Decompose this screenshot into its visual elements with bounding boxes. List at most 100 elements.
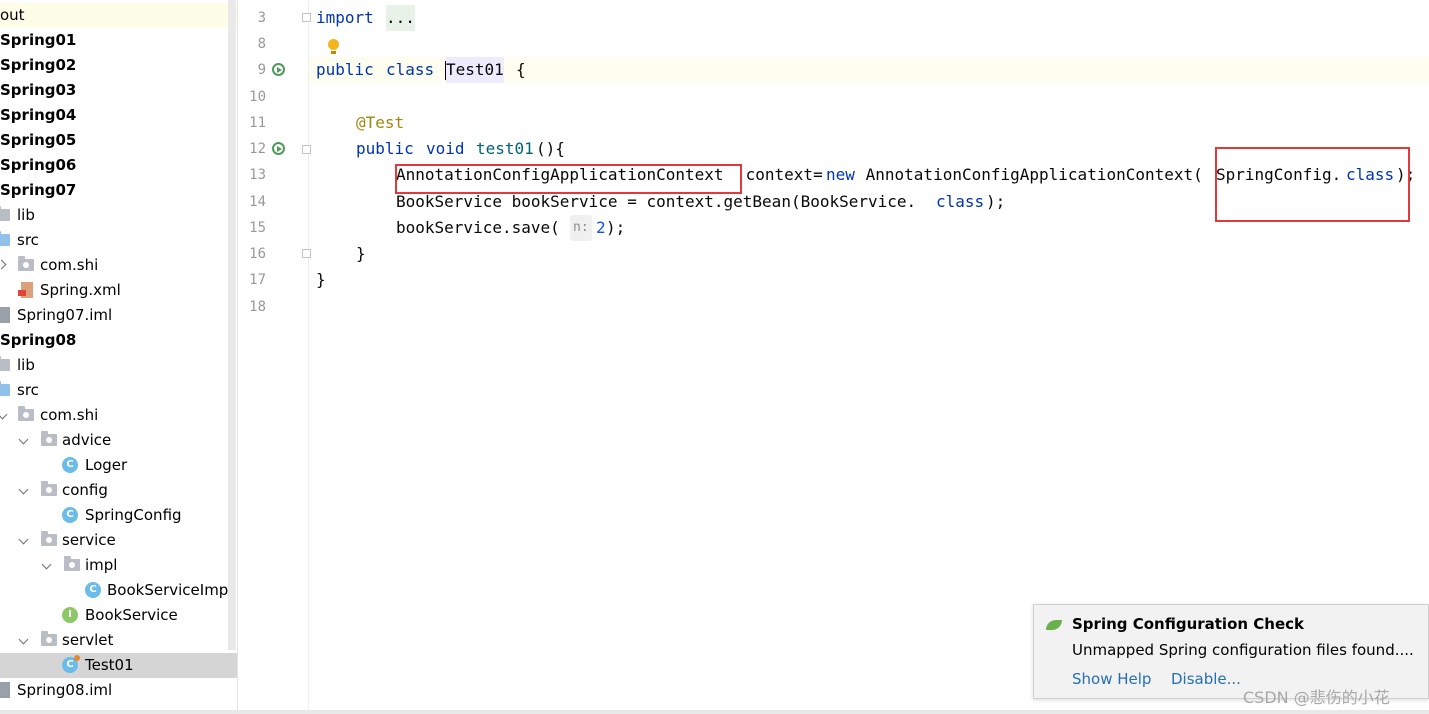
source-folder-icon [0,381,10,396]
chevron-down-icon[interactable] [18,634,29,645]
package-icon [41,431,57,446]
tree-item-label: Spring05 [0,131,77,149]
line-number: 8 [257,36,266,52]
tree-item-impl[interactable]: impl [0,553,237,578]
tree-item-label: com.shi [40,406,99,424]
sidebar-scrollbar[interactable] [228,0,236,650]
tree-item-src[interactable]: src [0,378,237,403]
tree-item-spring05[interactable]: Spring05 [0,128,237,153]
lightbulb-icon[interactable] [328,39,339,54]
code-text: context= [736,165,823,184]
chevron-down-icon[interactable] [41,559,52,570]
line-number: 18 [249,299,266,315]
notification-body: Unmapped Spring configuration files foun… [1072,641,1414,659]
run-class-icon[interactable] [272,63,285,76]
tree-item-bookserviceimpl[interactable]: C BookServiceImpl [0,578,237,603]
code-punct: ); [606,218,626,237]
method-name: test01 [476,139,534,158]
tree-item-label: BookServiceImpl [107,581,233,599]
tree-item-label: Loger [85,456,128,474]
source-folder-icon [0,231,10,246]
tree-item-spring08[interactable]: Spring08 [0,328,237,353]
tree-item-lib[interactable]: lib [0,353,237,378]
tree-item-spring06[interactable]: Spring06 [0,153,237,178]
chevron-down-icon[interactable] [18,534,29,545]
bottom-edge [0,710,1429,714]
code-punct: (){ [536,139,565,158]
tree-item-spring08-iml[interactable]: Spring08.iml [0,678,237,703]
disable-link[interactable]: Disable... [1171,670,1241,688]
tree-item-label: Spring06 [0,156,77,174]
annotation-box-config-arg [1215,147,1410,222]
tree-item-springconfig[interactable]: C SpringConfig [0,503,237,528]
code-text: bookService.save( [396,218,560,237]
chevron-down-icon[interactable] [0,409,8,420]
tree-item-advice[interactable]: advice [0,428,237,453]
tree-item-spring07[interactable]: Spring07 [0,178,237,203]
module-file-icon [0,682,10,698]
code-line-16: } [309,241,1429,267]
tree-item-loger[interactable]: C Loger [0,453,237,478]
tree-item-label: lib [17,356,35,374]
chevron-down-icon[interactable] [18,434,29,445]
run-test-icon[interactable] [272,142,285,155]
tree-item-label: service [62,531,116,549]
chevron-down-icon[interactable] [18,484,29,495]
tree-item-label: Spring07 [0,181,77,199]
folder-icon [0,356,10,371]
tree-item-spring01[interactable]: Spring01 [0,28,237,53]
line-number: 11 [249,115,266,131]
chevron-right-icon[interactable] [0,259,7,270]
tree-item-label: src [17,381,39,399]
watermark: CSDN @悲伤的小花 [1243,688,1390,707]
editor-gutter: 3 8 9 10 11 12 13 14 15 16 17 18 [238,0,311,714]
annotation-box-type [395,164,742,194]
tree-item-spring03[interactable]: Spring03 [0,78,237,103]
folder-icon [0,206,10,221]
spring-leaf-icon [1046,620,1062,630]
keyword: class [386,60,435,79]
line-number: 17 [249,272,266,288]
show-help-link[interactable]: Show Help [1072,670,1151,688]
tree-item-test01[interactable]: C Test01 [0,653,237,678]
interface-icon: I [62,607,78,623]
annotation: @Test [356,113,405,132]
tree-item-label: servlet [62,631,114,649]
tree-item-label: src [17,231,39,249]
code-line-3: import ... [309,5,1429,31]
tree-item-bookservice[interactable]: I BookService [0,603,237,628]
tree-item-spring02[interactable]: Spring02 [0,53,237,78]
tree-item-spring04[interactable]: Spring04 [0,103,237,128]
tree-item-label: Spring08.iml [17,681,113,699]
tree-item-label: SpringConfig [85,506,182,524]
class-icon: C [62,507,78,523]
tree-item-label: Spring04 [0,106,77,124]
tree-item-label: Spring07.iml [17,306,113,324]
package-icon [41,531,57,546]
project-tree: out Spring01 Spring02 Spring03 Spring04 … [0,0,238,714]
tree-item-com-shi[interactable]: com.shi [0,403,237,428]
tree-item-spring-xml[interactable]: Spring.xml [0,278,237,303]
code-punct: ); [986,192,1006,211]
test-class-icon: C [62,655,80,673]
tree-item-src[interactable]: src [0,228,237,253]
tree-item-label: advice [62,431,112,449]
tree-item-out[interactable]: out [0,3,237,28]
folded-imports[interactable]: ... [386,5,415,31]
code-line-9: public class Test01 { [309,57,1429,83]
tree-item-servlet[interactable]: servlet [0,628,237,653]
module-file-icon [0,307,10,323]
keyword: void [426,139,465,158]
tree-item-config[interactable]: config [0,478,237,503]
tree-item-label: com.shi [40,256,99,274]
tree-item-lib[interactable]: lib [0,203,237,228]
class-name: Test01 [446,57,504,83]
tree-item-label: BookService [85,606,178,624]
tree-item-service[interactable]: service [0,528,237,553]
code-punct: { [516,60,526,79]
tree-item-label: out [0,6,25,24]
tree-item-spring07-iml[interactable]: Spring07.iml [0,303,237,328]
line-number: 13 [249,167,266,183]
tree-item-com-shi[interactable]: com.shi [0,253,237,278]
package-icon [18,256,34,271]
